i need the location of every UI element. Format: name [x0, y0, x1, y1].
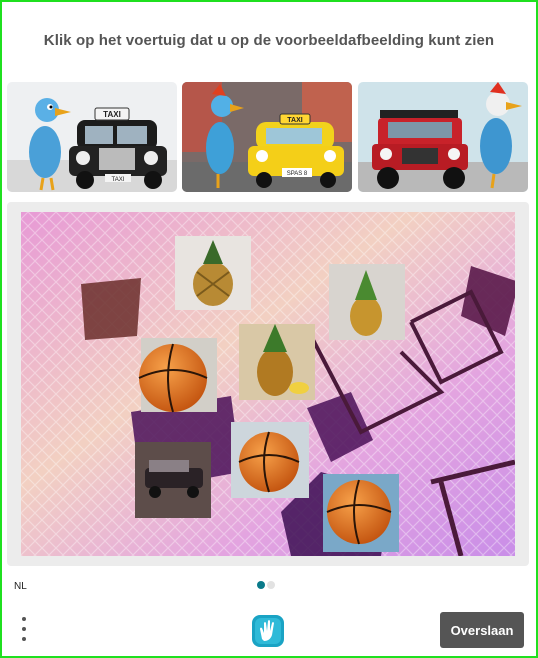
- example-image-black-taxi: TAXI TAXI: [7, 82, 177, 192]
- tile-basketball-3[interactable]: [323, 474, 399, 552]
- example-images: TAXI TAXI TAXI SPAS 8: [7, 82, 529, 192]
- distractor-shape: [81, 278, 141, 340]
- tile-basketball-2[interactable]: [231, 422, 309, 498]
- skip-button[interactable]: Overslaan: [440, 612, 524, 648]
- challenge-title: Klik op het voertuig dat u op de voorbee…: [43, 32, 495, 49]
- language-selector[interactable]: NL: [14, 581, 27, 592]
- challenge-board: [7, 202, 529, 566]
- more-vertical-icon[interactable]: [20, 617, 28, 645]
- example-image-yellow-taxi: TAXI SPAS 8: [182, 82, 352, 192]
- license-plate-text: SPAS 8: [287, 171, 308, 177]
- license-plate-text: TAXI: [112, 177, 125, 183]
- tile-pineapple-3[interactable]: [239, 324, 315, 400]
- tile-pineapple-1[interactable]: [175, 236, 251, 310]
- pager-dot-active: [257, 581, 265, 589]
- pager-dot: [267, 581, 275, 589]
- tile-pineapple-2[interactable]: [329, 264, 405, 340]
- taxi-sign-text: TAXI: [287, 117, 302, 124]
- hand-logo-icon[interactable]: [250, 613, 286, 649]
- tile-basketball-1[interactable]: [138, 338, 217, 413]
- challenge-canvas[interactable]: [21, 212, 515, 556]
- example-image-red-jeep: [358, 82, 528, 192]
- captcha-frame: Klik op het voertuig dat u op de voorbee…: [0, 0, 538, 658]
- taxi-sign-text: TAXI: [103, 110, 121, 119]
- tile-vehicle[interactable]: [135, 442, 211, 518]
